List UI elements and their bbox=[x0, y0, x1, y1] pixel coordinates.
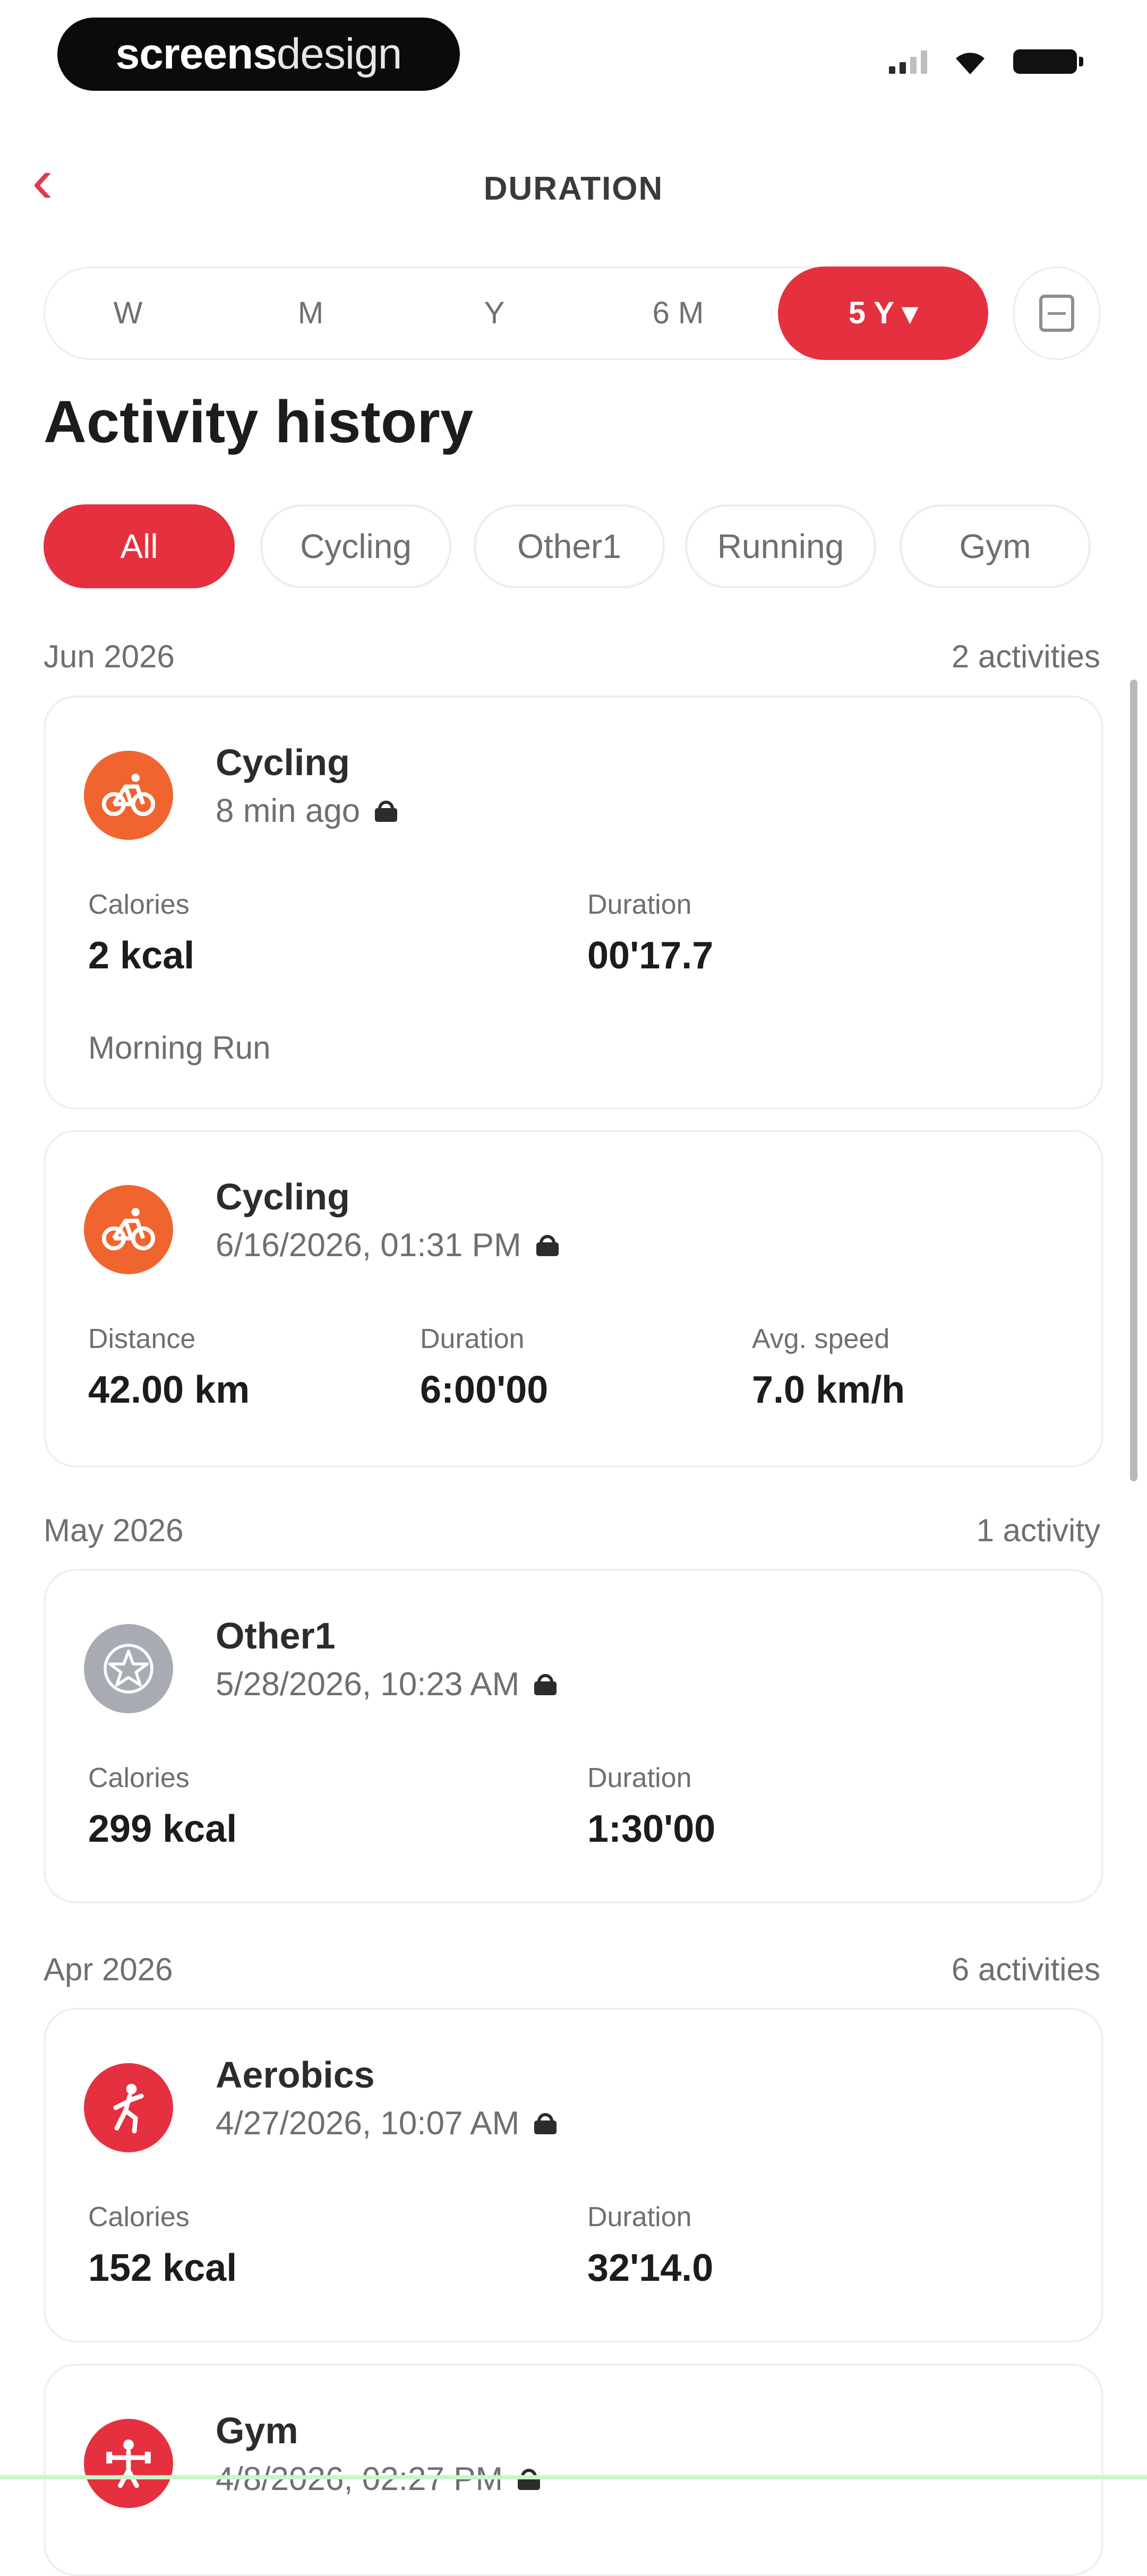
group-count: 1 activity bbox=[976, 1513, 1100, 1548]
group-date: Apr 2026 bbox=[44, 1952, 173, 1987]
activity-card[interactable]: Cycling 6/16/2026, 01:31 PM Distance 42.… bbox=[44, 1130, 1103, 1467]
lock-icon bbox=[536, 1234, 559, 1256]
group-count: 2 activities bbox=[951, 639, 1100, 674]
activity-time: 8 min ago bbox=[216, 792, 398, 830]
app-watermark: screens design bbox=[57, 18, 460, 91]
activity-name: Gym bbox=[216, 2410, 298, 2451]
period-6-months[interactable]: 6 M bbox=[625, 268, 731, 358]
bike-icon bbox=[84, 1185, 173, 1274]
stat-label: Distance bbox=[88, 1324, 196, 1354]
activity-name: Other1 bbox=[216, 1615, 336, 1656]
activity-name: Cycling bbox=[216, 1176, 350, 1217]
activity-name: Aerobics bbox=[216, 2054, 375, 2096]
stat-value: 00'17.7 bbox=[587, 934, 714, 977]
stat-value: 42.00 km bbox=[88, 1369, 250, 1411]
period-selector: W M Y 6 M 5 Y ▾ bbox=[44, 267, 988, 360]
lock-icon bbox=[534, 2113, 557, 2134]
activity-time: 6/16/2026, 01:31 PM bbox=[216, 1226, 559, 1264]
stat-value: 299 kcal bbox=[88, 1808, 237, 1850]
wifi-icon bbox=[956, 53, 985, 74]
activity-card[interactable]: Aerobics 4/27/2026, 10:07 AM Calories 15… bbox=[44, 2008, 1103, 2342]
gym-icon bbox=[84, 2419, 173, 2508]
stat-label: Calories bbox=[88, 2202, 190, 2232]
stat-value: 6:00'00 bbox=[420, 1369, 549, 1411]
activity-time: 5/28/2026, 10:23 AM bbox=[216, 1665, 557, 1703]
group-count: 6 activities bbox=[951, 1952, 1100, 1987]
stat-label: Duration bbox=[587, 889, 692, 920]
star-icon bbox=[84, 1624, 173, 1713]
status-bar-icons bbox=[889, 48, 1083, 75]
battery-icon bbox=[1013, 49, 1083, 74]
bottom-edge bbox=[0, 2475, 1147, 2479]
brand-bold: screens bbox=[115, 30, 277, 78]
stat-label: Calories bbox=[88, 1763, 190, 1793]
activity-note: Morning Run bbox=[88, 1030, 271, 1066]
stat-value: 152 kcal bbox=[88, 2247, 237, 2289]
period-week[interactable]: W bbox=[75, 268, 181, 358]
page-header-title: DURATION bbox=[483, 170, 664, 207]
signal-icon bbox=[889, 49, 927, 74]
brand-light: design bbox=[276, 30, 403, 78]
chart-view-button[interactable] bbox=[1013, 267, 1100, 360]
activity-time: 4/27/2026, 10:07 AM bbox=[216, 2105, 557, 2142]
activity-card[interactable]: Gym 4/8/2026, 02:27 PM bbox=[44, 2364, 1103, 2576]
filter-all[interactable]: All bbox=[44, 504, 235, 588]
activity-name: Cycling bbox=[216, 742, 350, 783]
section-title: Activity history bbox=[44, 389, 474, 455]
activity-card[interactable]: Cycling 8 min ago Calories 2 kcal Durati… bbox=[44, 695, 1103, 1110]
stat-label: Avg. speed bbox=[752, 1324, 890, 1354]
activity-card[interactable]: Other1 5/28/2026, 10:23 AM Calories 299 … bbox=[44, 1569, 1103, 1903]
bike-icon bbox=[84, 751, 173, 840]
period-year[interactable]: Y bbox=[441, 268, 547, 358]
scrollbar[interactable] bbox=[1130, 680, 1137, 1481]
filter-cycling[interactable]: Cycling bbox=[260, 504, 451, 588]
activity-time-text: 4/27/2026, 10:07 AM bbox=[216, 2105, 520, 2142]
stat-label: Duration bbox=[587, 2202, 692, 2232]
activity-time-text: 6/16/2026, 01:31 PM bbox=[216, 1227, 521, 1264]
lock-icon bbox=[375, 800, 398, 822]
stat-value: 7.0 km/h bbox=[752, 1369, 905, 1411]
aerobics-icon bbox=[84, 2063, 173, 2152]
filter-gym[interactable]: Gym bbox=[900, 504, 1091, 588]
filter-other1[interactable]: Other1 bbox=[474, 504, 665, 588]
filter-running[interactable]: Running bbox=[685, 504, 876, 588]
stat-value: 32'14.0 bbox=[587, 2247, 714, 2289]
stat-label: Duration bbox=[420, 1324, 525, 1354]
activity-time-text: 8 min ago bbox=[216, 793, 361, 829]
lock-icon bbox=[534, 1673, 557, 1695]
period-5-years[interactable]: 5 Y ▾ bbox=[778, 267, 988, 360]
stat-label: Calories bbox=[88, 889, 190, 920]
activity-time-text: 5/28/2026, 10:23 AM bbox=[216, 1666, 520, 1703]
stat-value: 2 kcal bbox=[88, 934, 195, 977]
period-month[interactable]: M bbox=[258, 268, 364, 358]
stat-value: 1:30'00 bbox=[587, 1808, 716, 1850]
group-date: May 2026 bbox=[44, 1513, 184, 1548]
chart-icon bbox=[1039, 295, 1074, 332]
stat-label: Duration bbox=[587, 1763, 692, 1793]
group-date: Jun 2026 bbox=[44, 639, 175, 674]
